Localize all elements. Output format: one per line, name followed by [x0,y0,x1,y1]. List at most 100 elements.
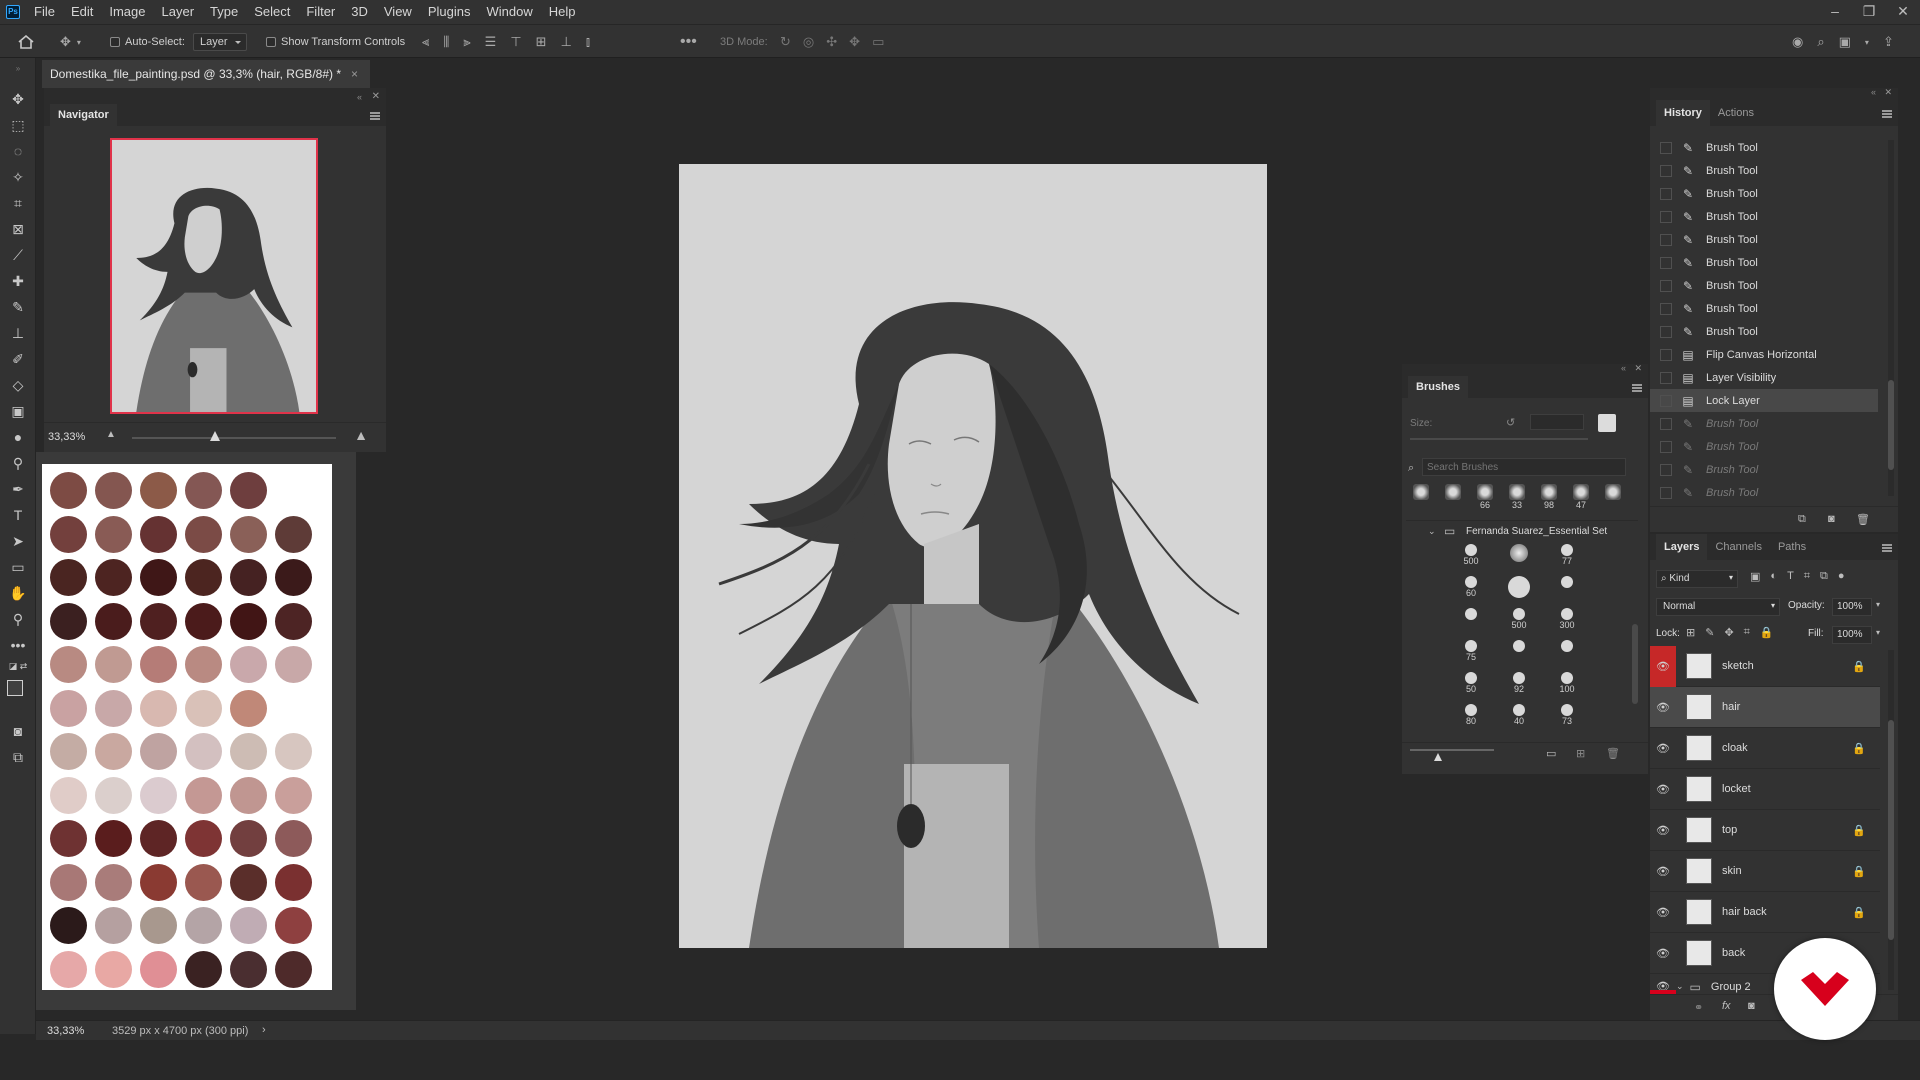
color-swatch[interactable] [140,776,177,814]
workspace-dropdown-icon[interactable]: ▾ [1865,38,1869,47]
reset-size-icon[interactable]: ↺ [1506,416,1515,429]
color-swatch[interactable] [230,950,267,988]
delete-brush-icon[interactable]: 🗑 [1606,747,1620,760]
history-item[interactable]: ▤ Layer Visibility [1650,366,1878,389]
color-swatch[interactable] [50,733,87,770]
search-brushes-input[interactable] [1422,458,1626,476]
color-swatch[interactable] [140,863,177,901]
new-group-icon[interactable]: ▭ [1546,747,1556,760]
layer-effects-icon[interactable]: fx [1722,1000,1731,1012]
color-swatch[interactable] [50,907,87,944]
quick-mask-icon[interactable]: ◙ [0,718,36,744]
layers-menu-icon[interactable] [1882,544,1892,552]
path-selection-tool-icon[interactable]: ➤ [0,528,36,554]
recent-brush-preset[interactable]: 66 [1472,484,1498,510]
brush-preset[interactable] [1554,640,1580,652]
distribute-vertical-icon[interactable]: ⫾ [586,34,590,50]
move-tool-preset-icon[interactable]: ✥ ▾ [60,25,81,59]
history-brush-source-checkbox[interactable] [1660,302,1672,315]
color-swatch[interactable] [275,733,312,770]
color-swatch[interactable] [275,950,312,988]
history-item[interactable]: ✎ Brush Tool [1650,297,1878,320]
document-tab[interactable]: Domestika_file_painting.psd @ 33,3% (hai… [42,60,371,88]
search-icon[interactable]: ⌕ [1817,34,1824,50]
brush-preset[interactable]: 73 [1554,704,1580,726]
lock-image-icon[interactable]: ✎ [1705,626,1714,639]
color-swatch[interactable] [230,472,267,509]
lock-position-icon[interactable]: ✥ [1724,626,1733,639]
roll-icon[interactable]: ◎ [803,34,814,50]
zoom-in-icon[interactable]: ▲ [354,427,368,443]
preview-size-handle[interactable] [1434,753,1442,761]
menu-layer[interactable]: Layer [154,0,203,24]
fill-dropdown-icon[interactable]: ▾ [1876,628,1880,637]
filter-shape-icon[interactable]: ⌗ [1804,570,1810,583]
menu-edit[interactable]: Edit [63,0,101,24]
history-brush-source-checkbox[interactable] [1660,256,1672,269]
color-swatch[interactable] [50,602,87,640]
history-item[interactable]: ✎ Brush Tool [1650,274,1878,297]
auto-select-dropdown[interactable]: Layer [193,33,247,51]
layer-row[interactable]: 👁 sketch 🔒 [1650,646,1880,687]
history-item[interactable]: ✎ Brush Tool [1650,182,1878,205]
collapse-dock-icon[interactable]: « [1871,87,1876,97]
color-swatch[interactable] [140,733,177,770]
color-swatch[interactable] [185,907,222,944]
screen-mode-icon[interactable]: ⧉ [0,744,36,770]
close-dock-icon[interactable]: ✕ [1884,87,1892,98]
navigator-preview[interactable] [110,138,318,414]
tab-layers[interactable]: Layers [1656,534,1708,560]
folder-expand-icon[interactable]: ⌄ [1428,526,1436,537]
color-swatch[interactable] [95,689,132,727]
color-swatch[interactable] [140,602,177,640]
new-brush-icon[interactable]: ⊞ [1576,747,1585,760]
eye-icon[interactable]: 👁 [1650,769,1676,810]
brush-preset[interactable] [1506,544,1532,562]
color-swatch[interactable] [185,950,222,988]
history-brush-source-checkbox[interactable] [1660,348,1672,361]
status-zoom[interactable]: 33,33% [47,1025,84,1037]
edit-toolbar-icon[interactable]: ••• [0,632,36,658]
history-brush-source-checkbox[interactable] [1660,371,1672,384]
color-swatch[interactable] [50,689,87,727]
color-swatch[interactable] [185,689,222,727]
share-icon[interactable]: ⇪ [1883,34,1894,50]
history-brush-source-checkbox[interactable] [1660,141,1672,154]
zoom-slider[interactable] [132,437,336,439]
color-swatch[interactable] [230,646,267,683]
eye-icon[interactable]: 👁 [1650,687,1676,728]
eye-icon[interactable]: 👁 [1650,728,1676,769]
color-swatch[interactable] [275,820,312,857]
color-swatch[interactable] [230,820,267,857]
lasso-tool-icon[interactable]: ◌ [0,138,36,164]
history-item[interactable]: ✎ Brush Tool [1650,205,1878,228]
color-swatch[interactable] [185,602,222,640]
history-item[interactable]: ✎ Brush Tool [1650,481,1878,504]
layer-row[interactable]: 👁 skin 🔒 [1650,851,1880,892]
snapshot-camera-icon[interactable]: ◙ [1828,513,1835,525]
color-swatch[interactable] [50,950,87,988]
brush-preset[interactable]: 75 [1458,640,1484,662]
document-tab-close-icon[interactable]: × [351,67,358,81]
brush-preset[interactable]: 50 [1458,672,1484,694]
gradient-tool-icon[interactable]: ▣ [0,398,36,424]
group-expand-icon[interactable]: ⌄ [1676,981,1684,992]
color-swatch[interactable] [185,733,222,770]
tab-channels[interactable]: Channels [1707,534,1769,560]
default-colors-icon[interactable]: ◪ ⇄ [0,658,36,674]
menu-select[interactable]: Select [246,0,298,24]
eyedropper-tool-icon[interactable]: ⟋ [0,242,36,268]
clone-stamp-tool-icon[interactable]: ⊥ [0,320,36,346]
color-swatch[interactable] [95,602,132,640]
fill-input[interactable]: 100% [1832,626,1872,644]
tab-actions[interactable]: Actions [1710,100,1762,126]
collapse-brushes-icon[interactable]: « [1621,363,1626,373]
history-item[interactable]: ✎ Brush Tool [1650,251,1878,274]
show-transform-checkbox[interactable]: Show Transform Controls [266,25,405,59]
eraser-tool-icon[interactable]: ◇ [0,372,36,398]
brush-preset[interactable]: 500 [1506,608,1532,630]
history-brush-source-checkbox[interactable] [1660,279,1672,292]
more-options-icon[interactable]: ••• [680,25,697,59]
opacity-dropdown-icon[interactable]: ▾ [1876,600,1880,609]
color-swatch[interactable] [95,733,132,770]
